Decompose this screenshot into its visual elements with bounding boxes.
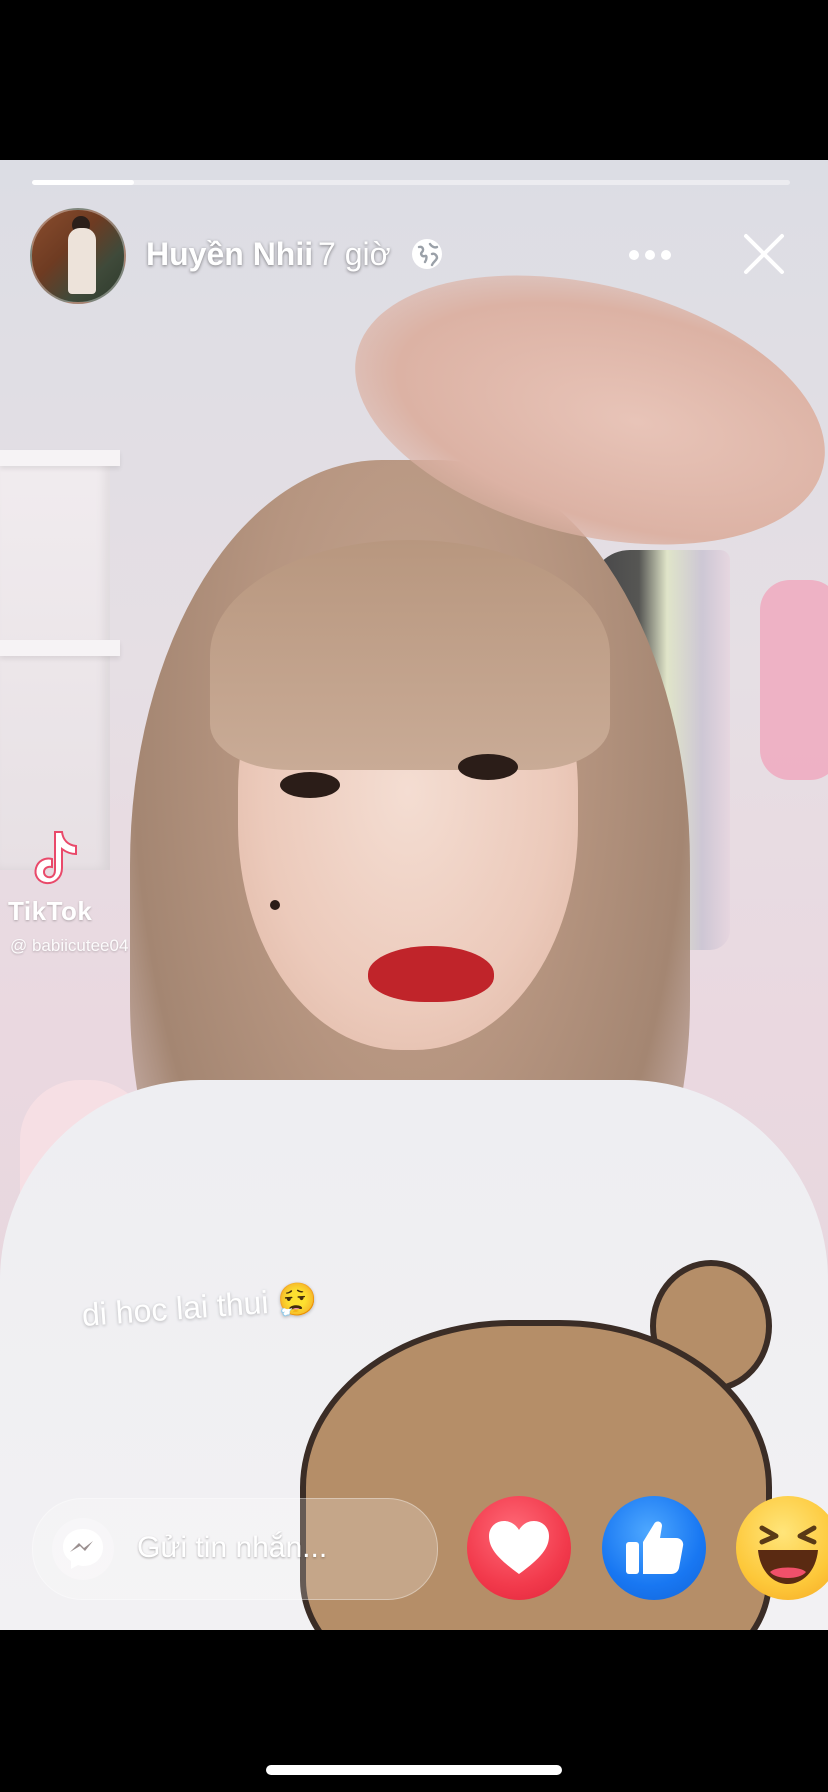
person-mole [270,900,280,910]
person-lips [368,946,494,1002]
tiktok-logo-icon [34,831,77,885]
more-options-icon[interactable] [626,238,674,272]
background-shelf [0,450,120,870]
story-timestamp: 7 giờ [318,236,391,272]
globe-icon [412,239,442,269]
home-indicator[interactable] [266,1765,562,1775]
person-eye-left [280,772,340,798]
heart-icon [489,1521,549,1574]
avatar-figure [68,228,96,294]
shelf-board [0,640,120,656]
reply-input[interactable]: Gửi tin nhắn... [32,1498,438,1600]
story-media[interactable] [0,160,828,1630]
close-icon[interactable] [740,230,788,278]
laughing-face-icon [758,1525,818,1584]
shelf-board [0,450,120,466]
haha-reaction-button[interactable] [736,1496,828,1600]
tiktok-handle: @ babiicutee04 [10,936,129,955]
thumbs-up-icon [626,1521,684,1574]
person-eye-right [458,754,518,780]
tiktok-wordmark: TikTok [8,896,93,926]
story-progress-fill [32,180,135,185]
reply-placeholder: Gửi tin nhắn... [137,1531,328,1564]
background-pink-object [760,580,828,780]
like-reaction-button[interactable] [602,1496,706,1600]
story-username[interactable]: Huyền Nhii [146,236,313,273]
love-reaction-button[interactable] [467,1496,571,1600]
story-progress-bar [32,180,790,185]
messenger-icon [52,1518,114,1580]
avatar[interactable] [30,208,126,304]
person-bangs [210,540,610,770]
